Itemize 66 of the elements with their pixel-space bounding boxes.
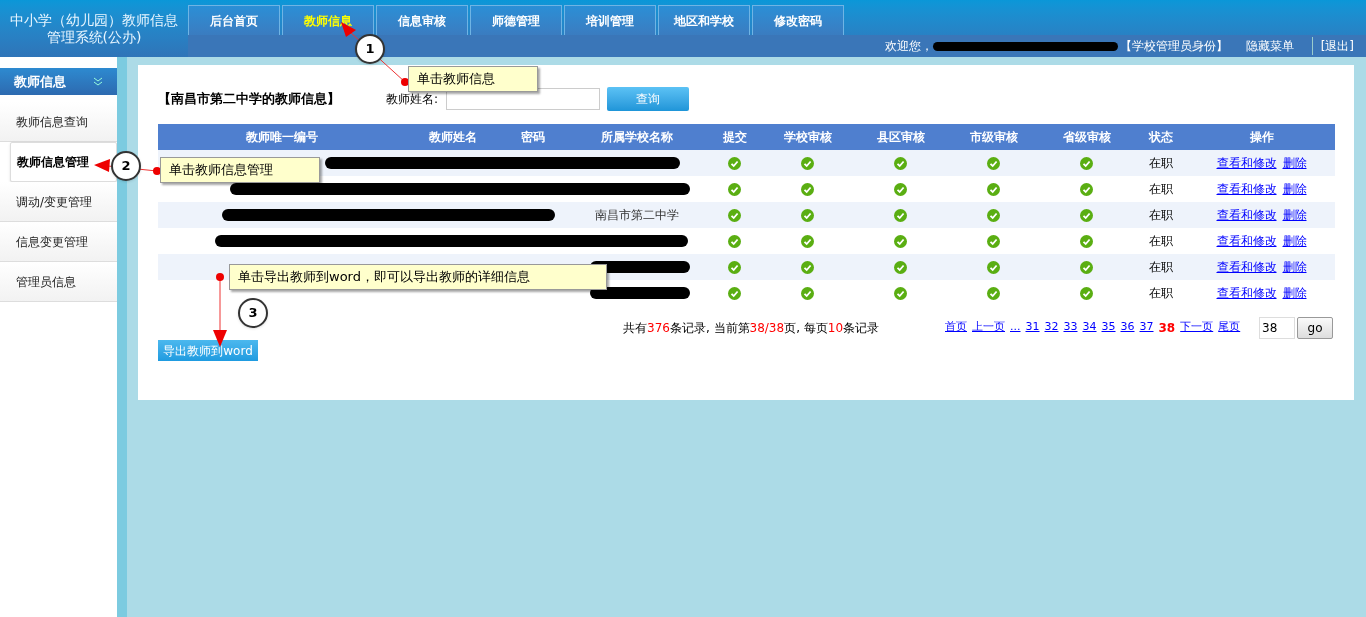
column-header: 市级审核 (968, 129, 1019, 146)
nav-tab[interactable]: 信息审核 (376, 5, 468, 35)
page-link[interactable]: 36 (1120, 319, 1135, 337)
app-subtitle: 管理系统(公办) (46, 28, 142, 46)
table-cell-text: 在职 (1148, 207, 1173, 224)
page-link[interactable]: 31 (1025, 319, 1040, 337)
sidebar-item[interactable]: 教师信息管理 (10, 142, 117, 182)
view-edit-link[interactable]: 查看和修改 (1216, 284, 1277, 302)
column-header: 密码 (519, 129, 546, 146)
chevron-down-icon (93, 76, 103, 87)
table-cell-text: 在职 (1148, 155, 1173, 172)
column-header: 学校审核 (782, 129, 833, 146)
delete-link[interactable]: 删除 (1282, 232, 1307, 250)
page-link[interactable]: 37 (1139, 319, 1154, 337)
record-summary: 共有376条记录, 当前第38/38页, 每页10条记录 (623, 320, 881, 337)
column-header: 教师唯一编号 (244, 129, 319, 146)
page-link[interactable]: 下一页 (1180, 319, 1214, 337)
hide-menu-link[interactable]: 隐藏菜单 (1245, 37, 1294, 55)
page-link[interactable]: 上一页 (972, 319, 1005, 337)
app-title: 中小学（幼儿园）教师信息 (10, 11, 178, 29)
table-cell-text: 在职 (1148, 285, 1173, 302)
page-link[interactable]: 首页 (945, 319, 967, 337)
callout-tooltip: 单击教师信息 (408, 66, 538, 92)
callout-tooltip: 单击教师信息管理 (160, 157, 320, 183)
column-header: 提交 (721, 129, 748, 146)
page-link[interactable]: 33 (1063, 319, 1078, 337)
table-cell-text: 在职 (1148, 259, 1173, 276)
go-button[interactable]: go (1297, 317, 1333, 339)
panel-title: 【南昌市第二中学的教师信息】 (158, 90, 341, 109)
delete-link[interactable]: 删除 (1282, 284, 1307, 302)
nav-tab[interactable]: 修改密码 (752, 5, 844, 35)
welcome-text: 欢迎您， (884, 38, 933, 55)
page-link[interactable]: 38 (1158, 319, 1176, 337)
view-edit-link[interactable]: 查看和修改 (1216, 232, 1277, 250)
table-cell-text: 在职 (1148, 233, 1173, 250)
page-link[interactable]: 34 (1082, 319, 1097, 337)
column-header: 状态 (1147, 129, 1174, 146)
page-link[interactable]: 32 (1044, 319, 1059, 337)
delete-link[interactable]: 删除 (1282, 180, 1307, 198)
nav-tab[interactable]: 后台首页 (188, 5, 280, 35)
search-label: 教师姓名: (386, 91, 440, 108)
column-header: 教师姓名 (427, 129, 478, 146)
delete-link[interactable]: 删除 (1282, 206, 1307, 224)
column-header: 所属学校名称 (599, 129, 674, 146)
view-edit-link[interactable]: 查看和修改 (1216, 258, 1277, 276)
page-link[interactable]: 35 (1101, 319, 1116, 337)
delete-link[interactable]: 删除 (1282, 258, 1307, 276)
page-number-field[interactable]: 38 (1259, 317, 1295, 339)
view-edit-link[interactable]: 查看和修改 (1216, 206, 1277, 224)
page-link[interactable]: ... (1010, 319, 1021, 337)
role-text: 【学校管理员身份】 (1119, 38, 1228, 55)
view-edit-link[interactable]: 查看和修改 (1216, 180, 1277, 198)
sidebar-title: 教师信息 (14, 72, 66, 91)
callout-tooltip: 单击导出教师到word，即可以导出教师的详细信息 (229, 264, 607, 290)
table-cell-text: 南昌市第二中学 (594, 207, 679, 224)
table-cell-text: 在职 (1148, 181, 1173, 198)
nav-tab[interactable]: 培训管理 (564, 5, 656, 35)
column-header: 操作 (1248, 129, 1275, 146)
logout-link[interactable]: [退出] (1311, 37, 1354, 55)
view-edit-link[interactable]: 查看和修改 (1216, 154, 1277, 172)
delete-link[interactable]: 删除 (1282, 154, 1307, 172)
nav-tab[interactable]: 师德管理 (470, 5, 562, 35)
page-link[interactable]: 尾页 (1218, 319, 1241, 337)
column-header: 县区审核 (875, 129, 926, 146)
nav-tab[interactable]: 地区和学校 (658, 5, 750, 35)
column-header: 省级审核 (1061, 129, 1112, 146)
